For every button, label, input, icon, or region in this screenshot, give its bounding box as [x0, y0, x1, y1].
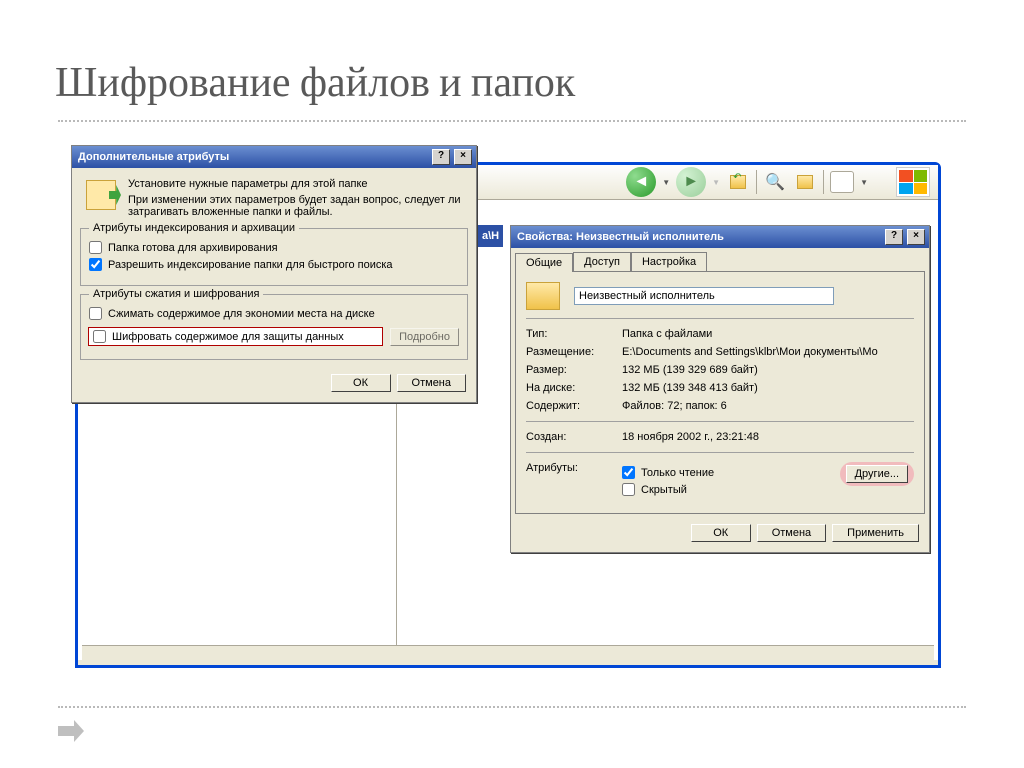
value-contains: Файлов: 72; папок: 6 [622, 400, 727, 412]
divider-top [58, 120, 966, 122]
checkbox-compress[interactable]: Сжимать содержимое для экономии места на… [89, 307, 459, 320]
label-encrypt: Шифровать содержимое для защиты данных [112, 331, 344, 343]
label-created: Создан: [526, 431, 612, 443]
label-hidden: Скрытый [641, 484, 687, 496]
apply-button[interactable]: Применить [832, 524, 919, 542]
other-attributes-button[interactable]: Другие... [846, 465, 908, 483]
back-button[interactable]: ◄ [626, 167, 656, 197]
label-archive: Папка готова для архивирования [108, 242, 278, 254]
close-button[interactable]: × [907, 229, 925, 245]
highlight-other-button: Другие... [840, 462, 914, 486]
label-compress: Сжимать содержимое для экономии места на… [108, 308, 375, 320]
horizontal-scrollbar[interactable] [82, 645, 934, 662]
advanced-attributes-dialog: Дополнительные атрибуты ? × Установите н… [71, 145, 477, 403]
label-size: Размер: [526, 364, 612, 376]
slide-title: Шифрование файлов и папок [55, 58, 575, 107]
folder-name-input[interactable]: Неизвестный исполнитель [574, 287, 834, 305]
adv-instruction-1: Установите нужные параметры для этой пап… [128, 178, 464, 190]
adv-title: Дополнительные атрибуты [78, 151, 229, 163]
label-type: Тип: [526, 328, 612, 340]
search-icon: 🔍 [765, 172, 785, 192]
help-button[interactable]: ? [885, 229, 903, 245]
adv-help-button[interactable]: ? [432, 149, 450, 165]
value-type: Папка с файлами [622, 328, 712, 340]
properties-title: Свойства: Неизвестный исполнитель [517, 231, 724, 243]
label-readonly: Только чтение [641, 467, 714, 479]
views-button[interactable] [830, 171, 854, 193]
slide-nav-arrow-icon [58, 720, 84, 742]
group-index-archive: Атрибуты индексирования и архивации Папк… [80, 228, 468, 286]
checkbox-encrypt[interactable]: Шифровать содержимое для защиты данных [89, 328, 382, 345]
folder-icon [526, 282, 560, 310]
properties-pane: Неизвестный исполнитель Тип: Папка с файл… [515, 271, 925, 514]
legend-compress-encrypt: Атрибуты сжатия и шифрования [89, 288, 263, 300]
label-location: Размещение: [526, 346, 612, 358]
adv-folder-icon [86, 180, 116, 210]
checkbox-hidden[interactable]: Скрытый [622, 483, 830, 496]
label-index: Разрешить индексирование папки для быстр… [108, 259, 393, 271]
windows-flag-icon [896, 167, 930, 197]
group-compress-encrypt: Атрибуты сжатия и шифрования Сжимать сод… [80, 294, 468, 360]
tab-sharing[interactable]: Доступ [573, 252, 631, 271]
value-created: 18 ноября 2002 г., 23:21:48 [622, 431, 759, 443]
adv-buttons: ОК Отмена [72, 368, 476, 402]
back-icon: ◄ [633, 173, 649, 191]
value-ondisk: 132 МБ (139 348 413 байт) [622, 382, 758, 394]
folder-up-icon: ↶ [730, 175, 746, 189]
properties-dialog: Свойства: Неизвестный исполнитель ? × Об… [510, 225, 930, 553]
tab-customize[interactable]: Настройка [631, 252, 707, 271]
legend-index-archive: Атрибуты индексирования и архивации [89, 222, 299, 234]
checkbox-index[interactable]: Разрешить индексирование папки для быстр… [89, 258, 459, 271]
properties-titlebar[interactable]: Свойства: Неизвестный исполнитель ? × [511, 226, 929, 248]
value-size: 132 МБ (139 329 689 байт) [622, 364, 758, 376]
checkbox-archive[interactable]: Папка готова для архивирования [89, 241, 459, 254]
tab-general[interactable]: Общие [515, 253, 573, 272]
back-dropdown-icon[interactable]: ▼ [662, 178, 670, 187]
forward-button[interactable]: ► [676, 167, 706, 197]
properties-tabs: Общие Доступ Настройка [515, 252, 925, 271]
hidden-title-fragment: а\Н [478, 225, 503, 247]
adv-close-button[interactable]: × [454, 149, 472, 165]
divider-bottom [58, 706, 966, 708]
search-button[interactable]: 🔍 [763, 170, 787, 194]
adv-ok-button[interactable]: ОК [331, 374, 391, 392]
value-location: E:\Documents and Settings\klbr\Мои докум… [622, 346, 878, 358]
fwd-dropdown-icon[interactable]: ▼ [712, 178, 720, 187]
details-button[interactable]: Подробно [390, 328, 459, 346]
folders-button[interactable] [793, 170, 817, 194]
label-ondisk: На диске: [526, 382, 612, 394]
forward-icon: ► [683, 173, 699, 191]
ok-button[interactable]: ОК [691, 524, 751, 542]
label-contains: Содержит: [526, 400, 612, 412]
adv-titlebar[interactable]: Дополнительные атрибуты ? × [72, 146, 476, 168]
adv-instruction-2: При изменении этих параметров будет зада… [128, 194, 464, 218]
properties-buttons: ОК Отмена Применить [511, 518, 929, 552]
checkbox-readonly[interactable]: Только чтение [622, 466, 830, 479]
label-attributes: Атрибуты: [526, 462, 612, 474]
adv-cancel-button[interactable]: Отмена [397, 374, 466, 392]
cancel-button[interactable]: Отмена [757, 524, 826, 542]
folders-icon [797, 175, 813, 189]
up-folder-button[interactable]: ↶ [726, 170, 750, 194]
views-dropdown-icon[interactable]: ▼ [860, 178, 868, 187]
